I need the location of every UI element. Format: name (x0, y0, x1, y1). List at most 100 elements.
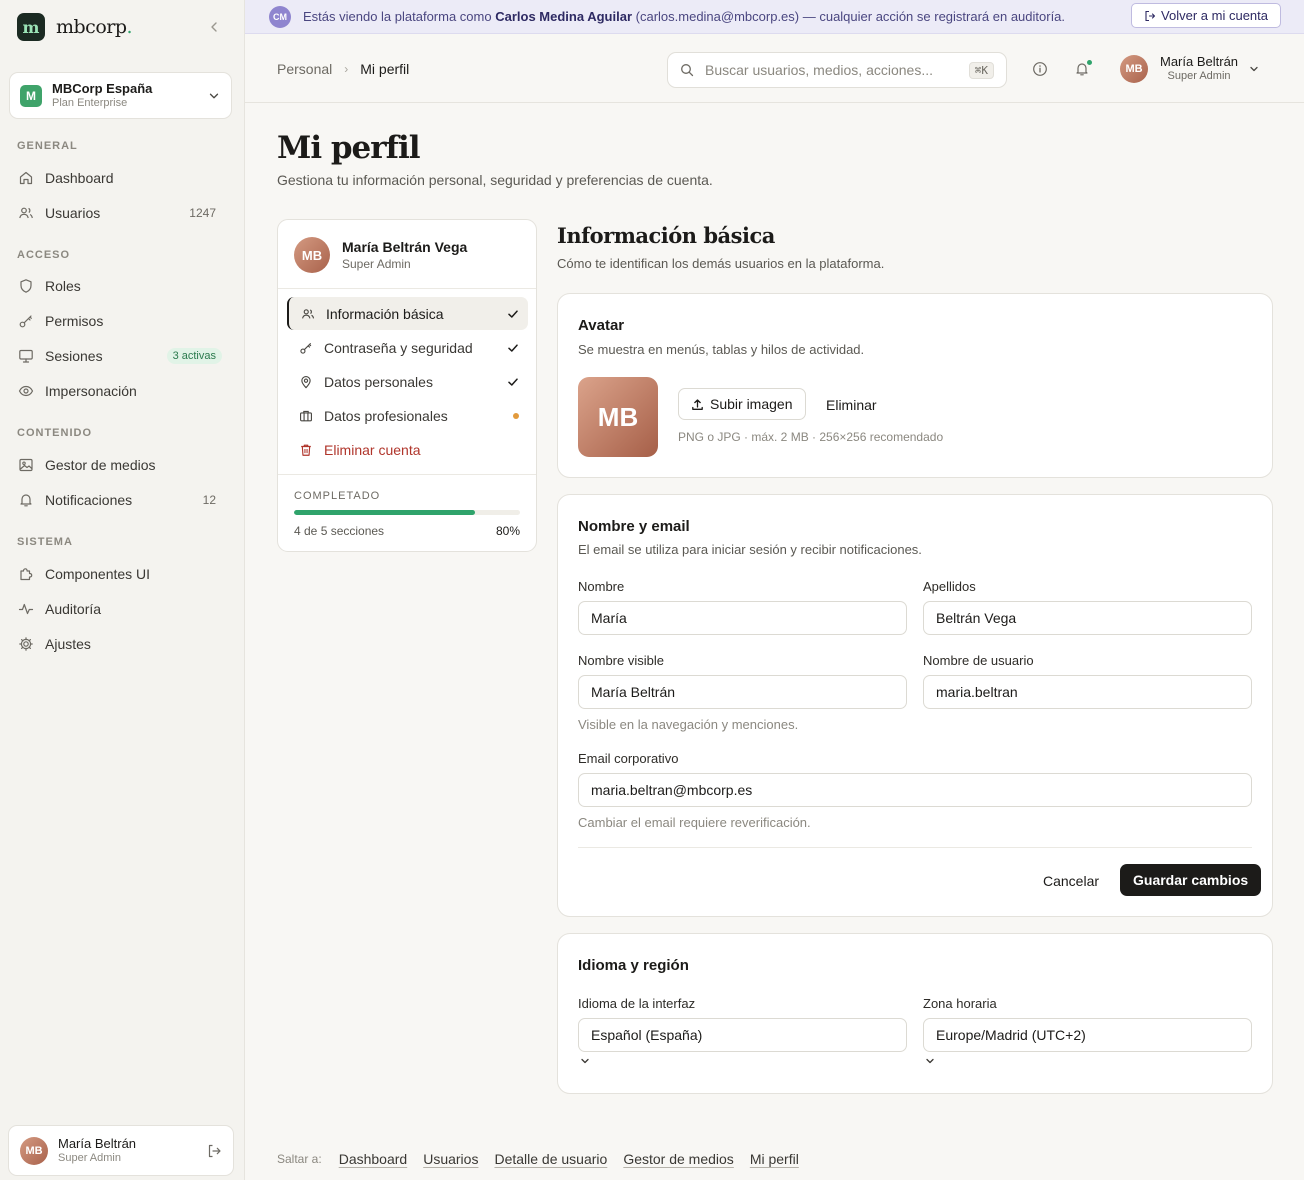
sessions-badge: 3 activas (166, 348, 222, 364)
gear-icon (18, 636, 34, 652)
display-name-field[interactable]: María Beltrán (578, 675, 907, 709)
breadcrumb-personal[interactable]: Personal (277, 61, 332, 77)
chevron-down-icon (207, 89, 221, 103)
profile-nav-card: MB María Beltrán Vega Super Admin Inform… (277, 219, 537, 552)
avatar: MB (20, 1136, 48, 1165)
avatar: MB (294, 237, 330, 273)
shield-icon (18, 278, 34, 294)
pending-dot (513, 412, 519, 419)
profile-nav-label: Datos personales (324, 373, 433, 390)
sidebar-item-auditoria[interactable]: Auditoría (9, 593, 232, 625)
activity-icon (18, 601, 34, 617)
display-name-label: Nombre visible (578, 653, 664, 668)
card-title: Idioma y región (578, 957, 689, 974)
collapse-sidebar-icon[interactable] (206, 19, 222, 35)
avatar: MB (1120, 54, 1148, 83)
first-name-field[interactable]: María (578, 601, 907, 635)
org-switcher[interactable]: M MBCorp España Plan Enterprise (9, 72, 232, 119)
sidebar-item-notificaciones[interactable]: Notificaciones 12 (9, 484, 232, 516)
header-user-role: Super Admin (1167, 70, 1231, 82)
upload-image-button[interactable]: Subir imagen (678, 388, 806, 420)
nav-section-general: GENERAL (17, 140, 78, 152)
language-label: Idioma de la interfaz (578, 996, 696, 1011)
sidebar-item-gestor-medios[interactable]: Gestor de medios (9, 449, 232, 481)
cancel-button[interactable]: Cancelar (1043, 873, 1099, 889)
info-icon[interactable] (1032, 61, 1048, 77)
completion-sections: 4 de 5 secciones (294, 524, 385, 538)
card-title: Avatar (578, 317, 625, 334)
return-to-account-button[interactable]: Volver a mi cuenta (1131, 3, 1281, 28)
monitor-icon (18, 348, 34, 364)
profile-nav-eliminar-cuenta[interactable]: Eliminar cuenta (287, 433, 528, 466)
org-plan: Plan Enterprise (52, 97, 128, 109)
brand[interactable]: m mbcorp. (17, 13, 133, 41)
upload-icon (691, 398, 704, 411)
check-icon (507, 376, 519, 388)
users-count: 1247 (189, 206, 216, 220)
brand-logo: m (17, 13, 45, 41)
last-name-field[interactable]: Beltrán Vega (923, 601, 1252, 635)
language-select[interactable]: Español (España) (578, 1018, 907, 1052)
user-menu[interactable]: MB María Beltrán Super Admin (1120, 54, 1260, 83)
sidebar-user-role: Super Admin (58, 1152, 121, 1164)
brand-name: mbcorp. (56, 16, 133, 38)
remove-avatar-button[interactable]: Eliminar (826, 397, 877, 413)
topbar: Personal › Mi perfil Buscar usuarios, me… (245, 35, 1304, 103)
card-subtitle: Se muestra en menús, tablas y hilos de a… (578, 342, 865, 357)
check-icon (507, 342, 519, 354)
save-button[interactable]: Guardar cambios (1120, 864, 1262, 896)
sidebar-item-componentes-ui[interactable]: Componentes UI (9, 558, 232, 590)
jump-link-mi-perfil[interactable]: Mi perfil (750, 1151, 799, 1167)
sidebar-item-usuarios[interactable]: Usuarios 1247 (9, 197, 232, 229)
card-title: Nombre y email (578, 518, 690, 535)
profile-nav-informacion-basica[interactable]: Información básica (287, 297, 528, 330)
language-region-card: Idioma y región Idioma de la interfaz Es… (557, 933, 1273, 1094)
jump-link-gestor-medios[interactable]: Gestor de medios (623, 1151, 734, 1167)
org-logo: M (20, 84, 42, 107)
exit-icon (1144, 10, 1156, 22)
profile-nav-contrasena[interactable]: Contraseña y seguridad (287, 331, 528, 364)
impersonated-avatar: CM (269, 5, 291, 28)
sidebar-user-card[interactable]: MB María Beltrán Super Admin (8, 1125, 234, 1176)
key-icon (18, 313, 34, 329)
completion-progress-fill (294, 510, 475, 515)
jump-link-dashboard[interactable]: Dashboard (339, 1151, 408, 1167)
sidebar-item-sesiones[interactable]: Sesiones 3 activas (9, 340, 232, 372)
avatar-hint: PNG o JPG · máx. 2 MB · 256×256 recomend… (678, 430, 944, 444)
divider (278, 288, 536, 289)
jump-link-detalle-usuario[interactable]: Detalle de usuario (494, 1151, 607, 1167)
sidebar: m mbcorp. M MBCorp España Plan Enterpris… (0, 0, 245, 1180)
profile-nav-datos-personales[interactable]: Datos personales (287, 365, 528, 398)
chevron-down-icon (924, 1055, 936, 1067)
image-icon (18, 457, 34, 473)
sidebar-item-label: Dashboard (45, 170, 114, 186)
email-field[interactable]: maria.beltran@mbcorp.es (578, 773, 1252, 807)
jump-link-usuarios[interactable]: Usuarios (423, 1151, 478, 1167)
sidebar-item-dashboard[interactable]: Dashboard (9, 162, 232, 194)
card-subtitle: El email se utiliza para iniciar sesión … (578, 542, 922, 557)
username-label: Nombre de usuario (923, 653, 1034, 668)
avatar-preview: MB (578, 377, 658, 457)
sidebar-item-roles[interactable]: Roles (9, 270, 232, 302)
last-name-label: Apellidos (923, 579, 976, 594)
profile-summary: MB María Beltrán Vega Super Admin (294, 237, 467, 273)
profile-nav-datos-profesionales[interactable]: Datos profesionales (287, 399, 528, 432)
banner-message: Estás viendo la plataforma como Carlos M… (303, 9, 1066, 24)
timezone-select[interactable]: Europe/Madrid (UTC+2) (923, 1018, 1252, 1052)
sidebar-item-ajustes[interactable]: Ajustes (9, 628, 232, 660)
sidebar-item-permisos[interactable]: Permisos (9, 305, 232, 337)
sidebar-item-label: Gestor de medios (45, 457, 156, 473)
divider (578, 847, 1252, 848)
key-icon (299, 341, 313, 355)
email-hint: Cambiar el email requiere reverificación… (578, 815, 811, 830)
logout-icon[interactable] (206, 1143, 222, 1159)
email-label: Email corporativo (578, 751, 679, 766)
search-input[interactable]: Buscar usuarios, medios, acciones... ⌘K (667, 52, 1007, 88)
briefcase-icon (299, 409, 313, 423)
bell-icon (18, 492, 34, 508)
map-pin-icon (299, 375, 313, 389)
sidebar-item-impersonacion[interactable]: Impersonación (9, 375, 232, 407)
display-name-hint: Visible en la navegación y menciones. (578, 717, 799, 732)
username-field[interactable]: maria.beltran (923, 675, 1252, 709)
profile-nav-label: Datos profesionales (324, 407, 448, 424)
